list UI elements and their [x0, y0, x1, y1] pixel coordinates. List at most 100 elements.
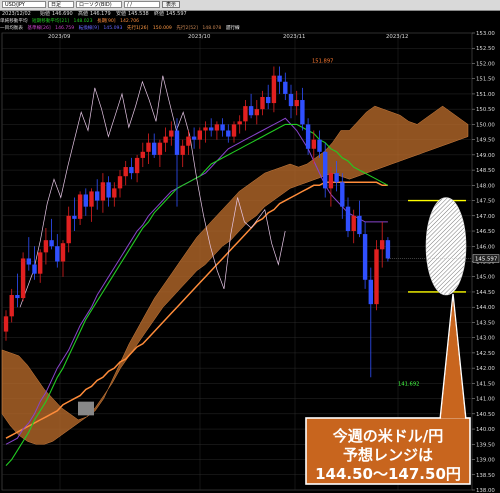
x-tick-label: 2023/12 [386, 34, 408, 40]
candle [248, 93, 254, 119]
candle [49, 218, 54, 250]
y-tick-label: 152.00 [476, 61, 495, 67]
candle-body [300, 100, 305, 125]
callout-text-line: 予想レンジは [343, 446, 433, 464]
price-chart: 138.00 138.50 139.00 139.50 140.00 140.50 141.… [1, 31, 500, 493]
candle [89, 188, 94, 222]
callout-pointer-fill [441, 300, 465, 419]
candle [197, 127, 202, 149]
candle-body [254, 109, 259, 116]
high-label: 高値 [78, 11, 89, 17]
timeframe-select[interactable]: 日足 [48, 1, 74, 8]
candle [83, 188, 88, 216]
callout-text-line: 今週の米ドル/円 [332, 427, 443, 445]
candle [32, 246, 37, 280]
candle-body [32, 264, 37, 274]
candle [260, 90, 265, 116]
toolbar: USD/JPY 日足 ローソク(BID) / / 表示 [0, 0, 500, 11]
candle [191, 127, 197, 149]
y-tick-label: 145.00 [476, 275, 495, 281]
y-tick-label: 151.50 [476, 77, 495, 83]
y-tick-label: 138.50 [476, 473, 495, 479]
callout-box [305, 417, 471, 485]
candle [174, 118, 180, 207]
candle [15, 273, 20, 308]
candle [328, 167, 334, 207]
candle-body [214, 124, 220, 131]
candle [117, 170, 123, 198]
indicator-label: 先行1[26] [126, 26, 149, 31]
y-tick-label: 151.00 [476, 92, 495, 98]
candle-body [294, 100, 299, 107]
y-tick-label: 143.50 [476, 320, 495, 326]
low-value: 145.538 [128, 11, 149, 17]
candle [100, 173, 106, 213]
high-annotation: 151.897 [312, 59, 333, 65]
candle-body [283, 81, 288, 94]
kijun-line [5, 117, 388, 445]
candle-body [311, 139, 316, 149]
candle [146, 133, 151, 165]
candle-body [260, 96, 265, 110]
candle-body [60, 243, 66, 262]
candle [203, 121, 208, 143]
candle-body [129, 167, 134, 174]
indicator-value: 145.093 [103, 26, 123, 31]
chart-style-select[interactable]: ローソク(BID) [76, 1, 122, 8]
candle [209, 118, 214, 137]
candle [323, 142, 328, 198]
display-button[interactable]: 表示 [162, 1, 180, 8]
y-tick-label: 150.50 [476, 107, 495, 113]
candle-body [180, 145, 185, 155]
candle [129, 157, 134, 180]
y-tick-label: 146.00 [476, 244, 495, 250]
low-annotation: 141.692 [398, 382, 419, 388]
candle-body [174, 130, 180, 155]
y-tick-label: 148.50 [476, 168, 495, 174]
indicator-value: 148.023 [73, 19, 93, 24]
candle [169, 121, 174, 146]
indicator-label: 短期移動平均[21] [32, 19, 70, 24]
candle [243, 100, 248, 131]
candle [266, 84, 271, 110]
candle-body [20, 258, 26, 299]
candle-body [123, 167, 128, 177]
short-ma-line [5, 123, 389, 466]
y-tick-label: 142.00 [476, 366, 495, 372]
open-value: 146.690 [52, 11, 73, 17]
candle-body [140, 151, 145, 158]
candle-body [95, 191, 100, 201]
date-input[interactable]: / / [124, 1, 160, 8]
candle-body [317, 139, 322, 152]
low-label: 安値 [116, 11, 127, 17]
candle [237, 115, 242, 134]
y-tick-label: 152.50 [476, 46, 495, 52]
symbol-select[interactable]: USD/JPY [2, 1, 46, 8]
candle-body [328, 173, 334, 189]
candle-body [197, 130, 202, 140]
candle-body [231, 124, 237, 137]
indicator-value: 142.706 [120, 19, 140, 24]
current-price-label: 145.597 [475, 257, 497, 263]
candle [231, 121, 237, 143]
y-tick-label: 141.50 [476, 381, 495, 387]
candle [220, 118, 225, 137]
candle [340, 173, 345, 219]
candle-body [237, 121, 242, 125]
candle-body [83, 194, 88, 207]
candle [362, 221, 368, 289]
close-value: 145.597 [166, 11, 187, 17]
candle-body [368, 279, 373, 305]
y-tick-label: 149.50 [476, 138, 495, 144]
candle-body [351, 215, 356, 232]
indicator-value: 150.009 [152, 26, 172, 31]
candle [368, 267, 373, 378]
candle-body [49, 240, 54, 247]
candle-body [209, 127, 214, 131]
y-tick-label: 139.50 [476, 442, 495, 448]
long-ma-line [5, 181, 388, 439]
ichimoku-cloud [1, 105, 469, 445]
y-tick-label: 144.50 [476, 290, 495, 296]
chikou-line [19, 75, 286, 308]
candle-body [266, 96, 271, 104]
